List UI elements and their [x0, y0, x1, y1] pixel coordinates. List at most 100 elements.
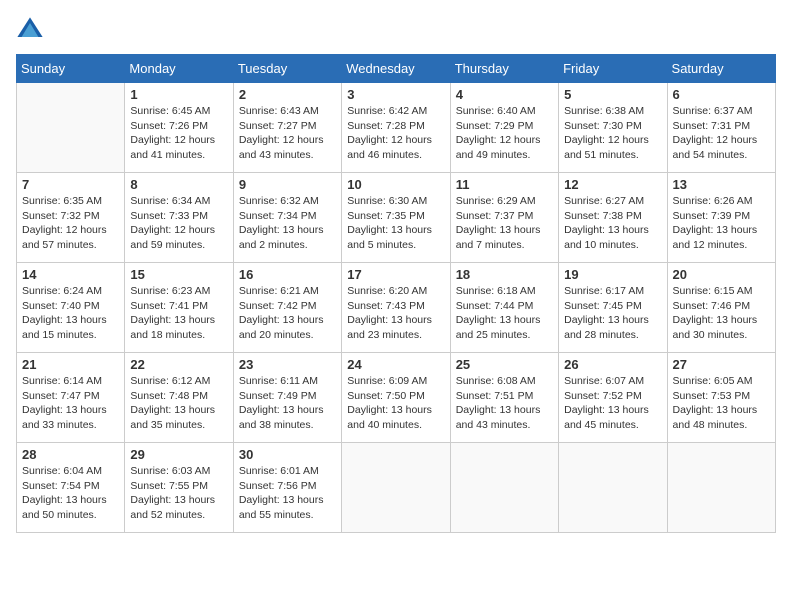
day-info: Sunrise: 6:45 AMSunset: 7:26 PMDaylight:…: [130, 104, 227, 163]
calendar-cell: 19 Sunrise: 6:17 AMSunset: 7:45 PMDayligh…: [559, 263, 667, 353]
calendar-cell: [450, 443, 558, 533]
day-info: Sunrise: 6:11 AMSunset: 7:49 PMDaylight:…: [239, 374, 336, 433]
day-info: Sunrise: 6:43 AMSunset: 7:27 PMDaylight:…: [239, 104, 336, 163]
day-info: Sunrise: 6:37 AMSunset: 7:31 PMDaylight:…: [673, 104, 770, 163]
day-number: 16: [239, 267, 336, 282]
day-number: 27: [673, 357, 770, 372]
day-number: 5: [564, 87, 661, 102]
day-number: 21: [22, 357, 119, 372]
calendar-cell: 26 Sunrise: 6:07 AMSunset: 7:52 PMDayligh…: [559, 353, 667, 443]
day-info: Sunrise: 6:04 AMSunset: 7:54 PMDaylight:…: [22, 464, 119, 523]
calendar-cell: 11 Sunrise: 6:29 AMSunset: 7:37 PMDayligh…: [450, 173, 558, 263]
week-row-5: 28 Sunrise: 6:04 AMSunset: 7:54 PMDayligh…: [17, 443, 776, 533]
weekday-header-wednesday: Wednesday: [342, 55, 450, 83]
calendar-cell: 30 Sunrise: 6:01 AMSunset: 7:56 PMDayligh…: [233, 443, 341, 533]
day-number: 29: [130, 447, 227, 462]
day-info: Sunrise: 6:15 AMSunset: 7:46 PMDaylight:…: [673, 284, 770, 343]
day-info: Sunrise: 6:30 AMSunset: 7:35 PMDaylight:…: [347, 194, 444, 253]
calendar-cell: 10 Sunrise: 6:30 AMSunset: 7:35 PMDayligh…: [342, 173, 450, 263]
day-info: Sunrise: 6:03 AMSunset: 7:55 PMDaylight:…: [130, 464, 227, 523]
calendar-cell: 7 Sunrise: 6:35 AMSunset: 7:32 PMDaylight…: [17, 173, 125, 263]
calendar-cell: 9Sunrise: 6:32 AMSunset: 7:34 PMDaylight…: [233, 173, 341, 263]
calendar-cell: 5 Sunrise: 6:38 AMSunset: 7:30 PMDaylight…: [559, 83, 667, 173]
day-info: Sunrise: 6:01 AMSunset: 7:56 PMDaylight:…: [239, 464, 336, 523]
calendar-cell: [667, 443, 775, 533]
calendar-cell: 23 Sunrise: 6:11 AMSunset: 7:49 PMDayligh…: [233, 353, 341, 443]
day-number: 7: [22, 177, 119, 192]
day-number: 11: [456, 177, 553, 192]
calendar-cell: 4Sunrise: 6:40 AMSunset: 7:29 PMDaylight…: [450, 83, 558, 173]
day-number: 15: [130, 267, 227, 282]
day-info: Sunrise: 6:24 AMSunset: 7:40 PMDaylight:…: [22, 284, 119, 343]
calendar-cell: 22 Sunrise: 6:12 AMSunset: 7:48 PMDayligh…: [125, 353, 233, 443]
weekday-header-thursday: Thursday: [450, 55, 558, 83]
week-row-4: 21 Sunrise: 6:14 AMSunset: 7:47 PMDayligh…: [17, 353, 776, 443]
day-number: 28: [22, 447, 119, 462]
day-number: 24: [347, 357, 444, 372]
day-number: 17: [347, 267, 444, 282]
day-info: Sunrise: 6:35 AMSunset: 7:32 PMDaylight:…: [22, 194, 119, 253]
week-row-2: 7 Sunrise: 6:35 AMSunset: 7:32 PMDaylight…: [17, 173, 776, 263]
day-number: 22: [130, 357, 227, 372]
day-number: 19: [564, 267, 661, 282]
day-info: Sunrise: 6:21 AMSunset: 7:42 PMDaylight:…: [239, 284, 336, 343]
day-info: Sunrise: 6:42 AMSunset: 7:28 PMDaylight:…: [347, 104, 444, 163]
weekday-header-friday: Friday: [559, 55, 667, 83]
day-number: 6: [673, 87, 770, 102]
calendar-cell: 15 Sunrise: 6:23 AMSunset: 7:41 PMDayligh…: [125, 263, 233, 353]
weekday-header-saturday: Saturday: [667, 55, 775, 83]
day-info: Sunrise: 6:17 AMSunset: 7:45 PMDaylight:…: [564, 284, 661, 343]
calendar-cell: 28 Sunrise: 6:04 AMSunset: 7:54 PMDayligh…: [17, 443, 125, 533]
day-info: Sunrise: 6:29 AMSunset: 7:37 PMDaylight:…: [456, 194, 553, 253]
day-info: Sunrise: 6:34 AMSunset: 7:33 PMDaylight:…: [130, 194, 227, 253]
header: [16, 16, 776, 44]
day-number: 8: [130, 177, 227, 192]
calendar-cell: 25 Sunrise: 6:08 AMSunset: 7:51 PMDayligh…: [450, 353, 558, 443]
calendar-cell: 13Sunrise: 6:26 AMSunset: 7:39 PMDayligh…: [667, 173, 775, 263]
calendar-cell: 2 Sunrise: 6:43 AMSunset: 7:27 PMDaylight…: [233, 83, 341, 173]
day-info: Sunrise: 6:40 AMSunset: 7:29 PMDaylight:…: [456, 104, 553, 163]
logo: [16, 16, 48, 44]
week-row-3: 14 Sunrise: 6:24 AMSunset: 7:40 PMDayligh…: [17, 263, 776, 353]
calendar-cell: [559, 443, 667, 533]
calendar-cell: 12 Sunrise: 6:27 AMSunset: 7:38 PMDayligh…: [559, 173, 667, 263]
day-number: 25: [456, 357, 553, 372]
calendar-table: SundayMondayTuesdayWednesdayThursdayFrid…: [16, 54, 776, 533]
day-info: Sunrise: 6:05 AMSunset: 7:53 PMDaylight:…: [673, 374, 770, 433]
day-info: Sunrise: 6:20 AMSunset: 7:43 PMDaylight:…: [347, 284, 444, 343]
day-info: Sunrise: 6:38 AMSunset: 7:30 PMDaylight:…: [564, 104, 661, 163]
day-number: 14: [22, 267, 119, 282]
calendar-cell: 24 Sunrise: 6:09 AMSunset: 7:50 PMDayligh…: [342, 353, 450, 443]
day-number: 2: [239, 87, 336, 102]
day-info: Sunrise: 6:07 AMSunset: 7:52 PMDaylight:…: [564, 374, 661, 433]
calendar-cell: 16 Sunrise: 6:21 AMSunset: 7:42 PMDayligh…: [233, 263, 341, 353]
day-info: Sunrise: 6:23 AMSunset: 7:41 PMDaylight:…: [130, 284, 227, 343]
calendar-cell: 27 Sunrise: 6:05 AMSunset: 7:53 PMDayligh…: [667, 353, 775, 443]
day-number: 18: [456, 267, 553, 282]
day-number: 12: [564, 177, 661, 192]
day-number: 9: [239, 177, 336, 192]
logo-icon: [16, 16, 44, 44]
calendar-cell: [342, 443, 450, 533]
day-number: 10: [347, 177, 444, 192]
day-info: Sunrise: 6:27 AMSunset: 7:38 PMDaylight:…: [564, 194, 661, 253]
calendar-cell: 18Sunrise: 6:18 AMSunset: 7:44 PMDayligh…: [450, 263, 558, 353]
calendar-cell: 6 Sunrise: 6:37 AMSunset: 7:31 PMDaylight…: [667, 83, 775, 173]
weekday-header-sunday: Sunday: [17, 55, 125, 83]
week-row-1: 1 Sunrise: 6:45 AMSunset: 7:26 PMDaylight…: [17, 83, 776, 173]
day-number: 23: [239, 357, 336, 372]
day-info: Sunrise: 6:14 AMSunset: 7:47 PMDaylight:…: [22, 374, 119, 433]
day-number: 20: [673, 267, 770, 282]
day-number: 26: [564, 357, 661, 372]
calendar-cell: 3 Sunrise: 6:42 AMSunset: 7:28 PMDaylight…: [342, 83, 450, 173]
calendar-cell: 20 Sunrise: 6:15 AMSunset: 7:46 PMDayligh…: [667, 263, 775, 353]
day-info: Sunrise: 6:12 AMSunset: 7:48 PMDaylight:…: [130, 374, 227, 433]
weekday-header-tuesday: Tuesday: [233, 55, 341, 83]
day-number: 30: [239, 447, 336, 462]
day-info: Sunrise: 6:08 AMSunset: 7:51 PMDaylight:…: [456, 374, 553, 433]
day-info: Sunrise: 6:09 AMSunset: 7:50 PMDaylight:…: [347, 374, 444, 433]
day-number: 1: [130, 87, 227, 102]
day-info: Sunrise: 6:26 AMSunset: 7:39 PMDaylight:…: [673, 194, 770, 253]
day-number: 3: [347, 87, 444, 102]
weekday-header-row: SundayMondayTuesdayWednesdayThursdayFrid…: [17, 55, 776, 83]
